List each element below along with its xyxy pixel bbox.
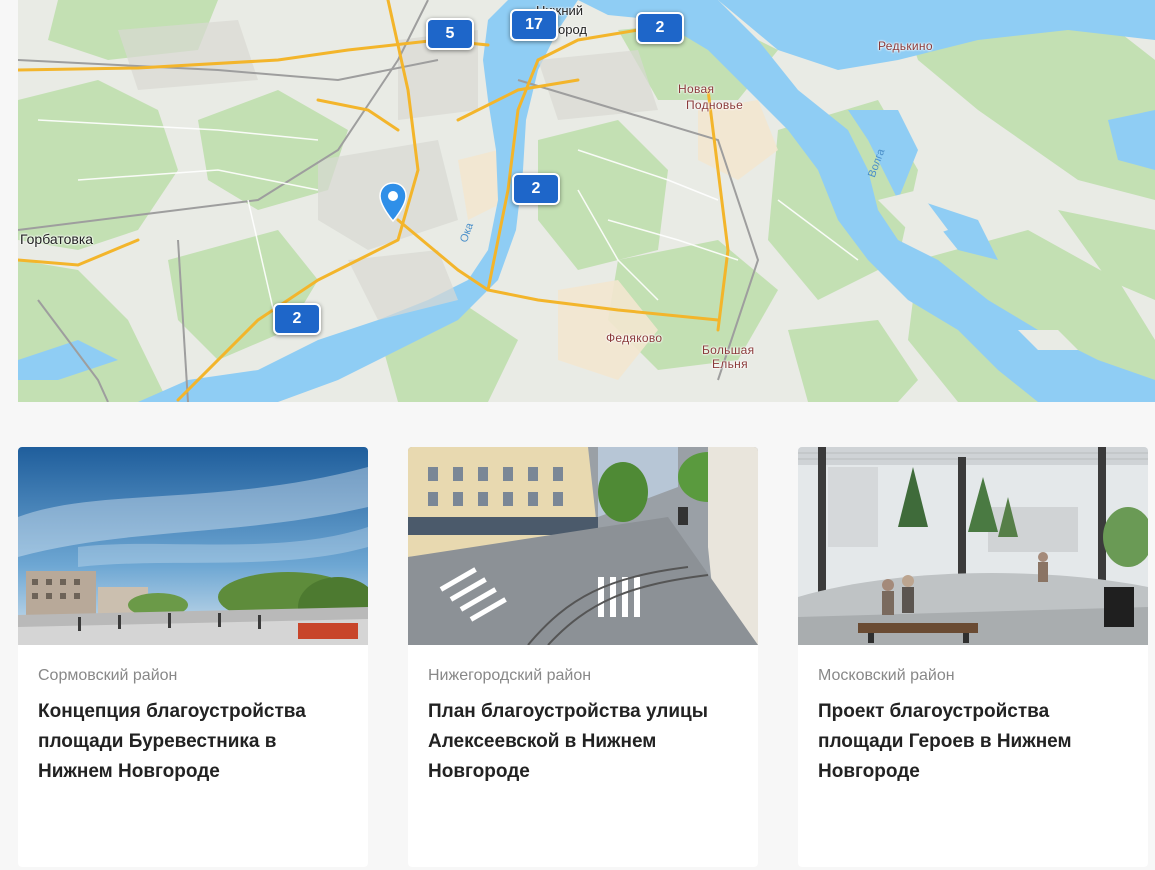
map-label-novoe-podnovye-line1: Новая [678,82,715,96]
map-cluster-marker[interactable]: 2 [273,303,321,335]
project-card-image [408,447,758,645]
map-cluster-marker[interactable]: 17 [510,9,558,41]
project-card-image [18,447,368,645]
map-tiles [18,0,1155,402]
project-card[interactable]: Нижегородский район План благоустройства… [408,447,758,867]
project-card-title[interactable]: План благоустройства улицы Алексеевской … [428,697,738,787]
map-label-bolshaya-elnya-line1: Большая [702,343,755,357]
project-cards-grid: Сормовский район Концепция благоустройст… [18,447,1148,867]
map-label-fedyakovo: Федяково [606,331,663,345]
project-card-district: Нижегородский район [428,667,592,684]
map-location-pin-icon[interactable] [378,182,408,222]
project-card-district: Московский район [818,667,955,684]
map-label-bolshaya-elnya-line2: Ельня [712,357,748,371]
project-card-image [798,447,1148,645]
map-cluster-marker[interactable]: 2 [636,12,684,44]
project-card[interactable]: Сормовский район Концепция благоустройст… [18,447,368,867]
map-cluster-marker[interactable]: 2 [512,173,560,205]
projects-map[interactable]: Горбатовка Редькино Новая Подновье Федяк… [18,0,1155,402]
project-card-title[interactable]: Проект благоустройства площади Героев в … [818,697,1128,787]
project-card[interactable]: Московский район Проект благоустройства … [798,447,1148,867]
map-label-redkino: Редькино [878,39,933,53]
project-card-district: Сормовский район [38,667,178,684]
project-card-title[interactable]: Концепция благоустройства площади Буреве… [38,697,348,787]
map-label-gorbatovka: Горбатовка [20,231,94,247]
map-cluster-marker[interactable]: 5 [426,18,474,50]
map-label-novoe-podnovye-line2: Подновье [686,98,744,112]
